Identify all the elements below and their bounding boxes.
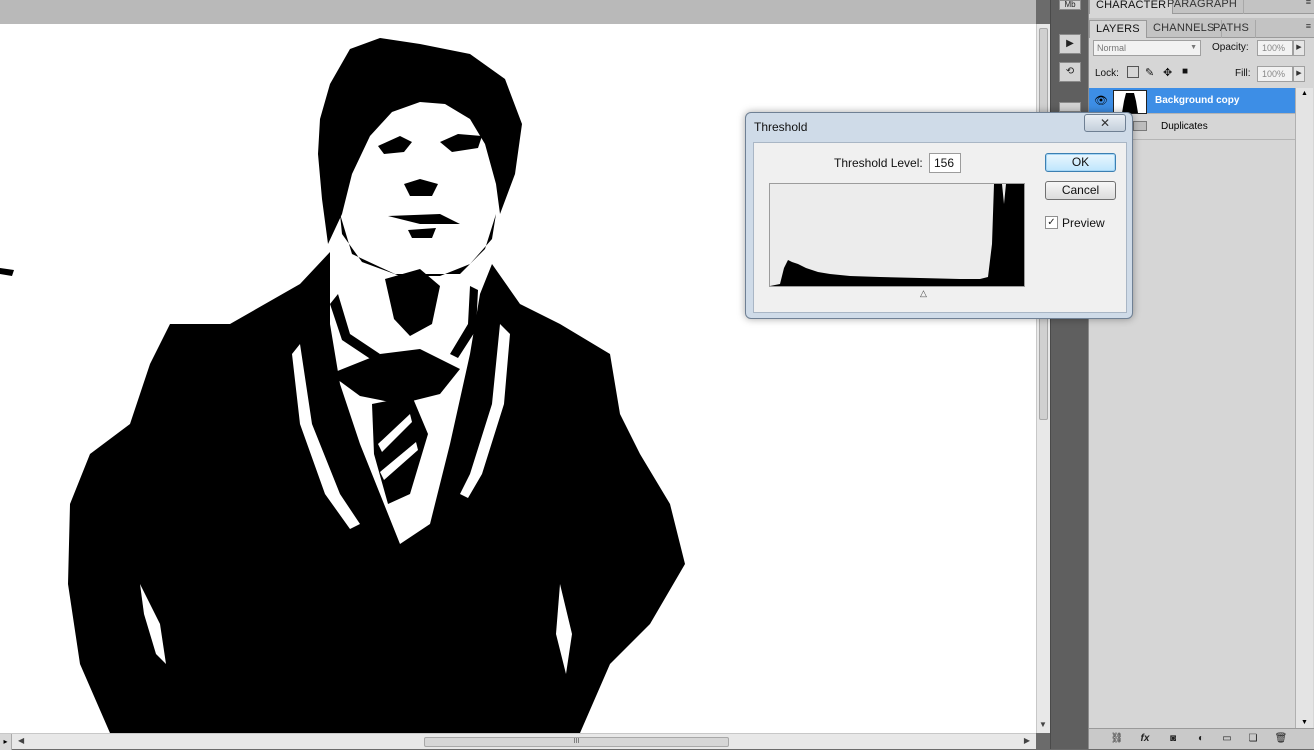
horizontal-scrollbar[interactable]: ▸ ◀ III ▶ [0,733,1036,750]
close-icon: ✕ [1099,116,1111,130]
lock-fill-row: Lock: ✎ ✥ ■ Fill: 100% ▶ [1089,66,1314,84]
layer-name: Duplicates [1161,121,1208,132]
scroll-left-arrow-icon[interactable]: ◀ [18,736,24,745]
lock-paint-icon[interactable]: ✎ [1145,66,1154,79]
layer-name: Background copy [1155,95,1240,106]
scroll-left-end-icon[interactable]: ▸ [0,734,12,750]
trash-icon[interactable]: 🗑 [1273,732,1289,746]
opacity-field[interactable]: 100% [1257,40,1293,56]
cancel-button[interactable]: Cancel [1045,181,1116,200]
chin-shadow [408,228,436,238]
lock-position-icon[interactable]: ✥ [1163,66,1172,79]
layers-scrollbar[interactable]: ▲ ▼ [1295,88,1313,728]
adjustment-layer-icon[interactable]: ◐ [1193,732,1209,746]
history-icon[interactable]: ⟲ [1059,62,1081,82]
threshold-level-label: Threshold Level: [834,156,923,170]
scroll-grip: III [573,738,580,745]
play-icon[interactable]: ▶ [1059,34,1081,54]
document-tab-bar [0,0,1036,24]
histogram[interactable] [769,183,1025,287]
link-layers-icon[interactable]: ⛓ [1109,732,1125,746]
new-layer-icon[interactable]: ❏ [1245,732,1261,746]
tie-knot [330,349,460,404]
tab-paths[interactable]: PATHS [1207,20,1257,38]
layers-footer: ⛓ fx ◙ ◐ ▭ ❏ 🗑 [1089,728,1314,749]
horizontal-scroll-thumb[interactable]: III [424,737,729,747]
lock-label: Lock: [1095,68,1119,79]
stray-mark [0,268,14,276]
threshold-slider-triangle-icon[interactable]: △ [920,288,927,299]
threshold-dialog: Threshold ✕ Threshold Level: 156 △ OK Ca… [745,112,1133,319]
layer-mask-icon[interactable]: ◙ [1165,732,1181,746]
neck-shadow [385,269,440,336]
opacity-label: Opacity: [1212,42,1249,53]
right-eye [440,134,482,152]
tab-paragraph[interactable]: PARAGRAPH [1161,0,1245,14]
nose [404,179,438,196]
ok-button[interactable]: OK [1045,153,1116,172]
layers-panel-tabs: LAYERS CHANNELS PATHS ≡ [1089,18,1314,38]
lock-transparent-icon[interactable] [1127,66,1139,78]
left-eye [378,136,412,154]
jacket [68,252,685,733]
mouth [388,214,460,224]
blend-mode-value: Normal [1097,43,1127,53]
layer-row-background-copy[interactable]: 👁 Background copy [1089,88,1295,114]
layers-panel-menu-icon[interactable]: ≡ [1306,21,1311,31]
fill-label: Fill: [1235,68,1251,79]
character-panel-tabs: CHARACTER PARAGRAPH ≡ [1089,0,1314,14]
tie [372,396,428,504]
panel-menu-icon[interactable]: ≡ [1306,0,1311,7]
preview-checkbox[interactable]: ✓ [1045,216,1058,229]
layer-style-icon[interactable]: fx [1137,732,1153,746]
dialog-title: Threshold [754,120,808,134]
threshold-level-input[interactable]: 156 [929,153,961,173]
layers-comp-icon[interactable] [1059,102,1081,112]
dialog-body: Threshold Level: 156 △ OK Cancel ✓ Previ… [753,142,1127,313]
fill-slider-arrow-icon[interactable]: ▶ [1293,66,1305,82]
scroll-down-arrow-icon[interactable]: ▼ [1301,719,1308,726]
opacity-slider-arrow-icon[interactable]: ▶ [1293,40,1305,56]
scroll-up-arrow-icon[interactable]: ▲ [1301,90,1308,97]
new-group-icon[interactable]: ▭ [1219,732,1235,746]
scroll-right-arrow-icon[interactable]: ▶ [1024,736,1030,745]
blend-opacity-row: Normal ▼ Opacity: 100% ▶ [1089,40,1314,58]
preview-label: Preview [1062,216,1105,230]
chevron-down-icon: ▼ [1190,44,1197,51]
histogram-graph [770,184,1024,286]
layer-thumbnail-image [1122,93,1138,113]
folder-icon [1133,121,1147,131]
collar-left [330,294,380,360]
scroll-down-arrow-icon[interactable]: ▼ [1039,720,1047,729]
tab-layers[interactable]: LAYERS [1089,20,1147,38]
mini-bridge-icon[interactable]: Mb [1059,0,1081,10]
lock-all-icon[interactable]: ■ [1182,66,1188,77]
fill-field[interactable]: 100% [1257,66,1293,82]
close-button[interactable]: ✕ [1084,114,1126,132]
blend-mode-dropdown[interactable]: Normal ▼ [1093,40,1201,56]
eye-icon[interactable]: 👁 [1093,94,1109,108]
layer-thumbnail [1113,90,1147,114]
